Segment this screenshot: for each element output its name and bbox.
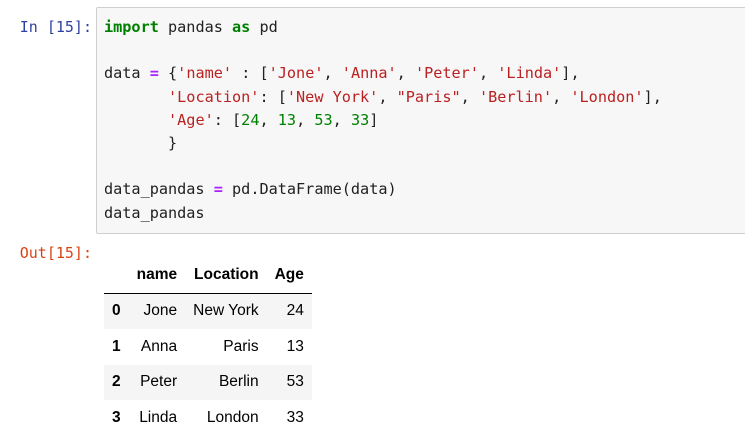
- table-cell: Linda: [139, 408, 178, 426]
- punct: ],: [643, 87, 662, 106]
- punct: : [: [232, 64, 269, 83]
- var-data: data: [104, 64, 150, 83]
- assign-operator: =: [213, 180, 223, 199]
- table-row: 3 Linda London 33: [104, 400, 312, 436]
- table-cell: Berlin: [218, 373, 259, 391]
- code-line-5: 'Age': [24, 13, 53, 33]: [104, 111, 378, 129]
- table-cell: Paris: [223, 337, 259, 355]
- string-literal: 'Peter': [414, 64, 479, 83]
- punct: ]: [369, 110, 379, 129]
- table-header: name Location Age: [104, 255, 312, 294]
- table-row: 2 Peter Berlin 53: [104, 364, 312, 400]
- number-literal: 53: [314, 110, 333, 129]
- punct: ,: [378, 87, 397, 106]
- code-line-6: }: [104, 134, 178, 153]
- dataframe-call: pd.DataFrame(data): [222, 180, 397, 199]
- table-cell: London: [206, 408, 259, 426]
- string-literal: 'Berlin': [478, 87, 553, 106]
- output-prompt: Out[15]:: [19, 244, 92, 262]
- punct: ,: [323, 64, 342, 83]
- string-key: 'Location': [168, 87, 260, 106]
- punct: ,: [396, 64, 415, 83]
- var-data-pandas: data_pandas: [104, 180, 214, 199]
- code-editor[interactable]: import pandas as pd data = {'name' : ['J…: [104, 16, 662, 225]
- string-literal: 'London': [570, 87, 644, 106]
- keyword-as: as: [232, 18, 251, 36]
- table-cell: 13: [286, 337, 304, 355]
- code-cell[interactable]: import pandas as pd data = {'name' : ['J…: [96, 7, 745, 234]
- keyword-import: import: [104, 18, 159, 36]
- string-literal: 'Anna': [341, 64, 397, 83]
- punct: ,: [296, 110, 315, 129]
- table-cell: Peter: [140, 373, 178, 391]
- code-line-1: import pandas as pd: [104, 18, 278, 36]
- header-row: name Location Age: [104, 255, 312, 294]
- code-line-9: data_pandas: [104, 203, 205, 222]
- punct: : [: [259, 87, 287, 106]
- table-cell: Anna: [140, 337, 178, 355]
- dataframe-table: name Location Age 0 Jone New York 24 1 A…: [104, 255, 312, 436]
- table-cell: New York: [193, 302, 259, 320]
- punct: ,: [460, 87, 479, 106]
- column-header: name: [128, 255, 186, 294]
- punct: ,: [332, 110, 351, 129]
- table-row: 1 Anna Paris 13: [104, 329, 312, 365]
- string-literal: "Paris": [396, 87, 461, 106]
- punct: ,: [478, 64, 498, 83]
- punct: ],: [561, 64, 580, 83]
- number-literal: 33: [350, 110, 370, 129]
- column-header: Age: [266, 255, 312, 294]
- table-row: 0 Jone New York 24: [104, 293, 312, 329]
- string-literal: 'Linda': [497, 64, 562, 83]
- code-line-8: data_pandas = pd.DataFrame(data): [104, 180, 397, 198]
- column-header: Location: [185, 255, 267, 294]
- index-header: [104, 255, 129, 294]
- module-name: pandas: [158, 18, 233, 36]
- table-cell: Jone: [143, 302, 178, 320]
- module-alias: pd: [250, 18, 278, 36]
- string-literal: 'Jone': [268, 64, 324, 83]
- row-index: 1: [112, 337, 121, 355]
- string-literal: 'New York': [286, 87, 379, 106]
- punct: {: [158, 64, 178, 83]
- row-index: 3: [112, 408, 121, 426]
- assign-operator: =: [149, 64, 159, 83]
- punct: ,: [552, 87, 571, 106]
- code-line-3: data = {'name' : ['Jone', 'Anna', 'Peter…: [104, 64, 580, 82]
- punct: : [: [213, 110, 242, 129]
- table-cell: 53: [286, 373, 304, 391]
- table-cell: 33: [286, 408, 304, 426]
- row-index: 0: [112, 302, 121, 320]
- output-area: name Location Age 0 Jone New York 24 1 A…: [104, 255, 312, 436]
- code-line-4: 'Location': ['New York', "Paris", 'Berli…: [104, 88, 662, 106]
- table-body: 0 Jone New York 24 1 Anna Paris 13 2 Pet…: [104, 293, 312, 436]
- string-key: 'name': [177, 64, 233, 83]
- string-key: 'Age': [168, 110, 214, 129]
- row-index: 2: [112, 373, 121, 391]
- number-literal: 13: [277, 110, 297, 129]
- input-prompt: In [15]:: [19, 18, 92, 36]
- table-cell: 24: [286, 302, 304, 320]
- number-literal: 24: [241, 110, 260, 129]
- punct: ,: [259, 110, 278, 129]
